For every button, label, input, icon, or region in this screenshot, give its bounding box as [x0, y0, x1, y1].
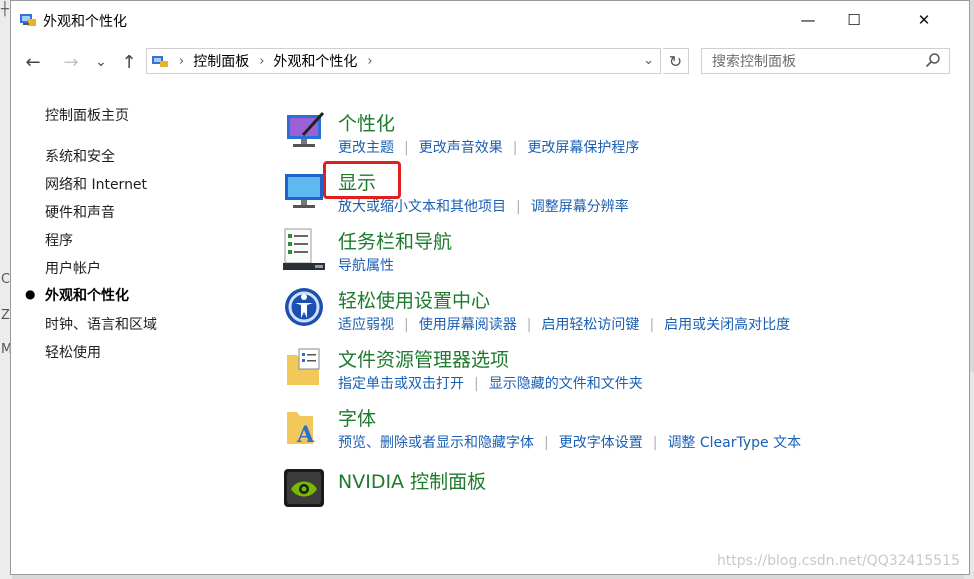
category-fonts: A 字体 预览、删除或者显示和隐藏字体 | 更改字体设置 | 调整 ClearType …	[283, 404, 963, 460]
category-links: 更改主题 | 更改声音效果 | 更改屏幕保护程序	[338, 137, 639, 157]
category-links: 预览、删除或者显示和隐藏字体 | 更改字体设置 | 调整 ClearType 文本	[338, 432, 801, 452]
category-title[interactable]: 轻松使用设置中心	[338, 286, 490, 313]
sidebar-home-link[interactable]: 控制面板主页	[45, 105, 129, 125]
breadcrumb-appearance[interactable]: 外观和个性化	[273, 51, 357, 71]
category-ease-of-access-center: 轻松使用设置中心 适应弱视 | 使用屏幕阅读器 | 启用轻松访问键 | 启用或关闭高对比度	[283, 286, 963, 342]
personalization-icon	[287, 111, 325, 147]
breadcrumb-separator-icon: ›	[259, 53, 265, 69]
link-separator: |	[544, 435, 549, 451]
fonts-icon: A	[287, 412, 315, 448]
link-screen-reader[interactable]: 使用屏幕阅读器	[419, 317, 517, 333]
sidebar-item-programs[interactable]: 程序	[45, 230, 73, 250]
sidebar-item-user-accounts[interactable]: 用户帐户	[45, 258, 101, 278]
link-adjust-resolution[interactable]: 调整屏幕分辨率	[531, 199, 629, 215]
navigation-bar: ← → ⌄ ↑ › 控制面板 › 外观和个性化 › ⌄ ↻	[11, 39, 969, 85]
link-single-double-click[interactable]: 指定单击或双击打开	[338, 376, 464, 392]
up-button[interactable]: ↑	[117, 51, 141, 73]
category-links: 适应弱视 | 使用屏幕阅读器 | 启用轻松访问键 | 启用或关闭高对比度	[338, 314, 790, 334]
breadcrumb-control-panel[interactable]: 控制面板	[193, 51, 249, 71]
link-separator: |	[516, 199, 521, 215]
link-separator: |	[404, 140, 409, 156]
address-bar[interactable]: › 控制面板 › 外观和个性化 › ⌄	[146, 48, 661, 74]
link-adjust-cleartype[interactable]: 调整 ClearType 文本	[667, 435, 801, 451]
link-separator: |	[512, 140, 518, 156]
background-window-char: C	[1, 272, 11, 287]
forward-arrow-icon: →	[63, 51, 79, 73]
link-show-hidden-files[interactable]: 显示隐藏的文件和文件夹	[489, 376, 643, 392]
category-nvidia: NVIDIA 控制面板	[283, 467, 963, 523]
category-title[interactable]: 个性化	[338, 109, 395, 136]
maximize-button[interactable]: ☐	[831, 1, 877, 39]
window-title: 外观和个性化	[43, 14, 127, 30]
search-input[interactable]	[710, 52, 919, 70]
refresh-button[interactable]: ↻	[663, 48, 689, 74]
category-title[interactable]: 任务栏和导航	[338, 227, 452, 254]
category-links: 导航属性	[338, 255, 394, 275]
taskbar-icon	[283, 228, 325, 270]
control-panel-icon	[152, 56, 168, 67]
link-high-contrast[interactable]: 启用或关闭高对比度	[664, 317, 790, 333]
sidebar-item-clock-language-region[interactable]: 时钟、语言和区域	[45, 314, 157, 334]
search-icon	[925, 53, 940, 68]
svg-text:A: A	[296, 422, 315, 448]
close-icon: ✕	[917, 11, 931, 29]
search-box[interactable]	[701, 48, 950, 74]
maximize-icon: ☐	[847, 11, 861, 29]
folder-options-icon	[287, 348, 320, 385]
breadcrumb-separator-icon[interactable]: ›	[367, 54, 372, 69]
refresh-icon: ↻	[668, 51, 683, 71]
category-title[interactable]: 文件资源管理器选项	[338, 345, 509, 372]
category-links: 放大或缩小文本和其他项目 | 调整屏幕分辨率	[338, 196, 629, 216]
link-change-font-settings[interactable]: 更改字体设置	[559, 435, 643, 451]
link-change-screensaver[interactable]: 更改屏幕保护程序	[527, 140, 639, 156]
chevron-down-icon[interactable]: ⌄	[643, 53, 654, 68]
recent-locations-button[interactable]: ⌄	[89, 51, 113, 73]
sidebar-item-appearance[interactable]: 外观和个性化	[45, 285, 129, 305]
link-navigation-properties[interactable]: 导航属性	[338, 258, 394, 274]
chevron-down-icon: ⌄	[95, 54, 107, 70]
link-separator: |	[652, 435, 658, 451]
forward-button[interactable]: →	[59, 51, 83, 73]
control-panel-app-icon	[20, 14, 36, 26]
link-preview-delete-fonts[interactable]: 预览、删除或者显示和隐藏字体	[338, 435, 534, 451]
sidebar-item-ease-of-access[interactable]: 轻松使用	[45, 342, 101, 362]
display-icon	[285, 174, 323, 208]
category-personalization: 个性化 更改主题 | 更改声音效果 | 更改屏幕保护程序	[283, 109, 963, 165]
back-button[interactable]: ←	[21, 51, 45, 73]
nvidia-icon	[284, 469, 324, 507]
sidebar-item-network-internet[interactable]: 网络和 Internet	[45, 174, 147, 194]
background-window-char: Z	[1, 308, 10, 323]
link-change-theme[interactable]: 更改主题	[338, 140, 394, 156]
sidebar-item-system-security[interactable]: 系统和安全	[45, 146, 115, 166]
link-low-vision[interactable]: 适应弱视	[338, 317, 394, 333]
highlight-box	[323, 161, 401, 199]
back-arrow-icon: ←	[25, 51, 41, 73]
category-links: 指定单击或双击打开 | 显示隐藏的文件和文件夹	[338, 373, 643, 393]
link-separator: |	[649, 317, 655, 333]
minimize-icon: —	[800, 11, 816, 29]
category-title[interactable]: 字体	[338, 404, 376, 431]
watermark-text: https://blog.csdn.net/QQ32415515	[716, 553, 960, 569]
link-separator: |	[526, 317, 532, 333]
active-item-bullet-icon: ●	[25, 287, 36, 301]
category-taskbar-navigation: 任务栏和导航 导航属性	[283, 227, 963, 283]
control-panel-window: 外观和个性化 — ☐ ✕ ← → ⌄ ↑ › 控制面板 › 外观和个性化 › ⌄…	[10, 0, 970, 575]
close-button[interactable]: ✕	[901, 1, 947, 39]
category-file-explorer-options: 文件资源管理器选项 指定单击或双击打开 | 显示隐藏的文件和文件夹	[283, 345, 963, 401]
breadcrumb-separator-icon: ›	[179, 53, 185, 69]
background-window-char: ┼	[1, 2, 9, 17]
link-make-text-larger-smaller[interactable]: 放大或缩小文本和其他项目	[338, 199, 506, 215]
title-bar[interactable]: 外观和个性化 — ☐ ✕	[11, 1, 969, 39]
link-separator: |	[474, 376, 479, 392]
link-change-sounds[interactable]: 更改声音效果	[419, 140, 503, 156]
up-arrow-icon: ↑	[121, 51, 137, 73]
ease-of-access-icon	[285, 288, 323, 326]
link-access-keys[interactable]: 启用轻松访问键	[541, 317, 639, 333]
sidebar-item-hardware-sound[interactable]: 硬件和声音	[45, 202, 115, 222]
link-separator: |	[404, 317, 409, 333]
minimize-button[interactable]: —	[785, 1, 831, 39]
category-title[interactable]: NVIDIA 控制面板	[338, 467, 486, 494]
